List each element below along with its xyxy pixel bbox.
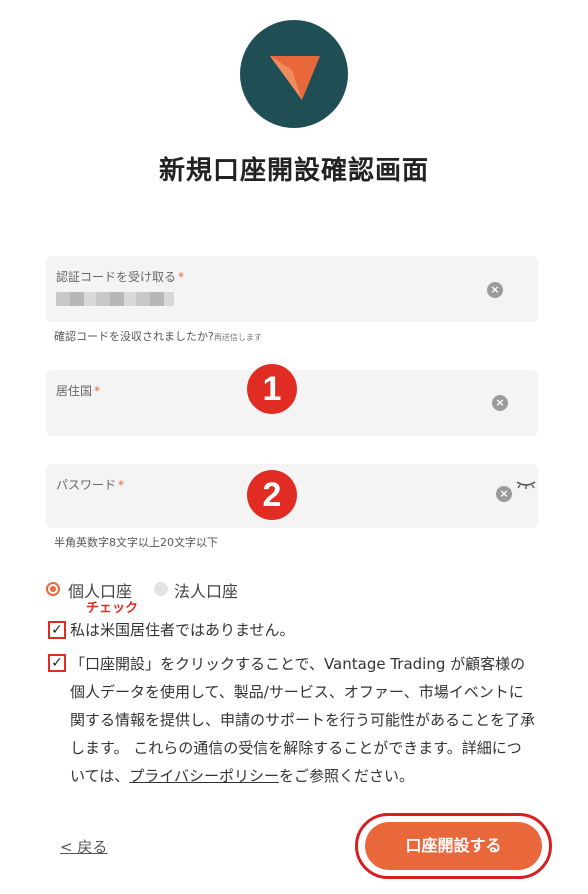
clear-icon[interactable]: × [492,395,508,411]
check-annotation: チェック [86,601,139,616]
verification-code-field[interactable]: 認証コードを受け取る * × [46,256,538,322]
open-account-button[interactable]: 口座開設する [365,822,542,870]
annotation-badge-1: 1 [247,364,297,414]
vantage-logo-icon [270,56,320,100]
clear-icon[interactable]: × [496,486,512,502]
country-label: 居住国 [56,384,93,398]
required-mark: * [178,270,185,284]
us-resident-label: 私は米国居住者ではありません。 [70,621,295,639]
required-mark: * [94,384,101,398]
annotation-badge-2: 2 [247,470,297,520]
required-mark: * [118,478,125,492]
eye-closed-icon[interactable] [515,480,537,490]
radio-corporate[interactable] [154,582,168,596]
clear-icon[interactable]: × [487,282,503,298]
radio-corporate-label[interactable]: 法人口座 [174,578,238,602]
marketing-consent-text: 「口座開設」をクリックすることで、Vantage Trading が顧客様の個人… [70,655,536,785]
masked-code-value [56,292,174,306]
verification-code-label: 認証コードを受け取る [56,270,177,284]
radio-individual[interactable] [46,582,60,596]
page-title: 新規口座開設確認画面 [158,156,429,186]
back-link[interactable]: < 戻る [60,836,107,857]
password-label: パスワード [56,478,117,492]
resend-link[interactable]: 再送信します [214,333,262,342]
us-resident-checkbox[interactable]: ✓ [48,621,66,639]
privacy-policy-link[interactable]: プライバシーポリシー [129,767,279,785]
resend-helper[interactable]: 確認コードを没収されましたか?再送信します [54,328,262,344]
password-helper: 半角英数字8文字以上20文字以下 [54,536,218,549]
brand-logo [240,20,348,128]
marketing-consent-checkbox[interactable]: ✓ [48,654,66,672]
